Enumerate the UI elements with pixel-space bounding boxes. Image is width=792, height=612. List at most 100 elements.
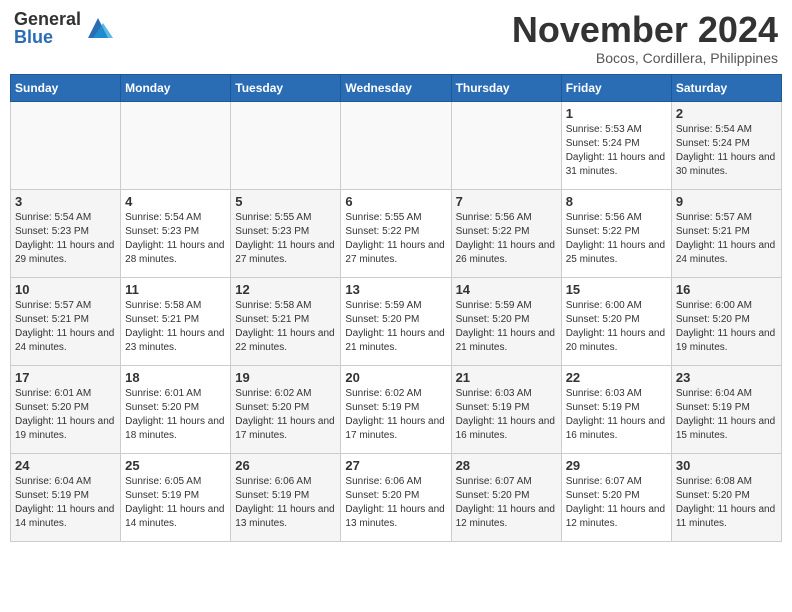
day-info: Sunrise: 6:05 AMSunset: 5:19 PMDaylight:…: [125, 475, 226, 531]
calendar-cell: [121, 101, 231, 189]
day-number: 5: [235, 194, 336, 209]
day-info: Sunrise: 5:57 AMSunset: 5:21 PMDaylight:…: [15, 299, 116, 355]
day-info: Sunrise: 5:59 AMSunset: 5:20 PMDaylight:…: [345, 299, 446, 355]
calendar-table: Sunday Monday Tuesday Wednesday Thursday…: [10, 74, 782, 542]
day-info: Sunrise: 5:58 AMSunset: 5:21 PMDaylight:…: [125, 299, 226, 355]
logo-icon: [83, 13, 113, 43]
calendar-cell: 18Sunrise: 6:01 AMSunset: 5:20 PMDayligh…: [121, 365, 231, 453]
day-info: Sunrise: 6:02 AMSunset: 5:20 PMDaylight:…: [235, 387, 336, 443]
calendar-cell: 8Sunrise: 5:56 AMSunset: 5:22 PMDaylight…: [561, 189, 671, 277]
month-title: November 2024: [512, 10, 778, 50]
day-info: Sunrise: 5:58 AMSunset: 5:21 PMDaylight:…: [235, 299, 336, 355]
calendar-cell: 26Sunrise: 6:06 AMSunset: 5:19 PMDayligh…: [231, 453, 341, 541]
location-subtitle: Bocos, Cordillera, Philippines: [512, 50, 778, 66]
day-number: 23: [676, 370, 777, 385]
calendar-cell: 21 Sunrise: 6:03 AMSunset: 5:19 PMDayligh…: [451, 365, 561, 453]
day-number: 20: [345, 370, 446, 385]
calendar-cell: 13 Sunrise: 5:59 AMSunset: 5:20 PMDayligh…: [341, 277, 451, 365]
day-info: Sunrise: 6:00 AMSunset: 5:20 PMDaylight:…: [566, 299, 667, 355]
calendar-cell: 11 Sunrise: 5:58 AMSunset: 5:21 PMDayligh…: [121, 277, 231, 365]
day-info: Sunrise: 6:03 AMSunset: 5:19 PMDaylight:…: [456, 387, 557, 443]
day-info: Sunrise: 6:01 AMSunset: 5:20 PMDaylight:…: [125, 387, 226, 443]
calendar-cell: [451, 101, 561, 189]
day-number: 30: [676, 458, 777, 473]
day-info: Sunrise: 6:08 AMSunset: 5:20 PMDaylight:…: [676, 475, 777, 531]
calendar-cell: 2 Sunrise: 5:54 AMSunset: 5:24 PMDaylight…: [671, 101, 781, 189]
day-info: Sunrise: 5:55 AMSunset: 5:23 PMDaylight:…: [235, 211, 336, 267]
day-info: Sunrise: 6:03 AMSunset: 5:19 PMDaylight:…: [566, 387, 667, 443]
calendar-cell: [231, 101, 341, 189]
header-tuesday: Tuesday: [231, 74, 341, 101]
calendar-cell: [11, 101, 121, 189]
calendar-week-2: 3 Sunrise: 5:54 AMSunset: 5:23 PMDaylight…: [11, 189, 782, 277]
calendar-cell: 10 Sunrise: 5:57 AMSunset: 5:21 PMDayligh…: [11, 277, 121, 365]
logo: General Blue: [14, 10, 113, 46]
calendar-week-3: 10 Sunrise: 5:57 AMSunset: 5:21 PMDayligh…: [11, 277, 782, 365]
calendar-cell: 14 Sunrise: 5:59 AMSunset: 5:20 PMDayligh…: [451, 277, 561, 365]
day-info: Sunrise: 5:57 AMSunset: 5:21 PMDaylight:…: [676, 211, 777, 267]
calendar-cell: 27 Sunrise: 6:06 AMSunset: 5:20 PMDayligh…: [341, 453, 451, 541]
calendar-cell: 19 Sunrise: 6:02 AMSunset: 5:20 PMDayligh…: [231, 365, 341, 453]
day-info: Sunrise: 6:06 AMSunset: 5:19 PMDaylight:…: [235, 475, 336, 531]
header-sunday: Sunday: [11, 74, 121, 101]
calendar-cell: 24Sunrise: 6:04 AMSunset: 5:19 PMDayligh…: [11, 453, 121, 541]
day-number: 6: [345, 194, 446, 209]
calendar-week-1: 1 Sunrise: 5:53 AMSunset: 5:24 PMDaylight…: [11, 101, 782, 189]
header-saturday: Saturday: [671, 74, 781, 101]
calendar-cell: 17 Sunrise: 6:01 AMSunset: 5:20 PMDayligh…: [11, 365, 121, 453]
header-thursday: Thursday: [451, 74, 561, 101]
day-info: Sunrise: 6:01 AMSunset: 5:20 PMDaylight:…: [15, 387, 116, 443]
logo-general: General: [14, 10, 81, 28]
calendar-cell: 29 Sunrise: 6:07 AMSunset: 5:20 PMDayligh…: [561, 453, 671, 541]
day-number: 1: [566, 106, 667, 121]
calendar-cell: 15Sunrise: 6:00 AMSunset: 5:20 PMDayligh…: [561, 277, 671, 365]
day-info: Sunrise: 5:59 AMSunset: 5:20 PMDaylight:…: [456, 299, 557, 355]
calendar-cell: 4Sunrise: 5:54 AMSunset: 5:23 PMDaylight…: [121, 189, 231, 277]
header-row: Sunday Monday Tuesday Wednesday Thursday…: [11, 74, 782, 101]
calendar-cell: 1 Sunrise: 5:53 AMSunset: 5:24 PMDaylight…: [561, 101, 671, 189]
calendar-cell: 20 Sunrise: 6:02 AMSunset: 5:19 PMDayligh…: [341, 365, 451, 453]
calendar-week-5: 24Sunrise: 6:04 AMSunset: 5:19 PMDayligh…: [11, 453, 782, 541]
day-number: 9: [676, 194, 777, 209]
day-number: 10: [15, 282, 116, 297]
day-number: 14: [456, 282, 557, 297]
day-info: Sunrise: 5:54 AMSunset: 5:23 PMDaylight:…: [15, 211, 116, 267]
page-header: General Blue November 2024 Bocos, Cordil…: [10, 10, 782, 66]
day-number: 13: [345, 282, 446, 297]
day-number: 4: [125, 194, 226, 209]
day-number: 27: [345, 458, 446, 473]
calendar-cell: 16 Sunrise: 6:00 AMSunset: 5:20 PMDayligh…: [671, 277, 781, 365]
day-info: Sunrise: 5:55 AMSunset: 5:22 PMDaylight:…: [345, 211, 446, 267]
day-number: 24: [15, 458, 116, 473]
day-info: Sunrise: 5:54 AMSunset: 5:24 PMDaylight:…: [676, 123, 777, 179]
day-number: 3: [15, 194, 116, 209]
day-info: Sunrise: 5:53 AMSunset: 5:24 PMDaylight:…: [566, 123, 667, 179]
day-info: Sunrise: 5:56 AMSunset: 5:22 PMDaylight:…: [456, 211, 557, 267]
day-number: 17: [15, 370, 116, 385]
calendar-cell: 30 Sunrise: 6:08 AMSunset: 5:20 PMDayligh…: [671, 453, 781, 541]
calendar-cell: 23 Sunrise: 6:04 AMSunset: 5:19 PMDayligh…: [671, 365, 781, 453]
day-info: Sunrise: 6:07 AMSunset: 5:20 PMDaylight:…: [566, 475, 667, 531]
header-wednesday: Wednesday: [341, 74, 451, 101]
day-info: Sunrise: 6:07 AMSunset: 5:20 PMDaylight:…: [456, 475, 557, 531]
day-number: 11: [125, 282, 226, 297]
calendar-cell: 22Sunrise: 6:03 AMSunset: 5:19 PMDayligh…: [561, 365, 671, 453]
day-number: 16: [676, 282, 777, 297]
day-number: 28: [456, 458, 557, 473]
header-friday: Friday: [561, 74, 671, 101]
day-number: 21: [456, 370, 557, 385]
day-info: Sunrise: 6:00 AMSunset: 5:20 PMDaylight:…: [676, 299, 777, 355]
calendar-cell: 7Sunrise: 5:56 AMSunset: 5:22 PMDaylight…: [451, 189, 561, 277]
day-number: 19: [235, 370, 336, 385]
header-monday: Monday: [121, 74, 231, 101]
day-number: 29: [566, 458, 667, 473]
day-number: 12: [235, 282, 336, 297]
day-info: Sunrise: 6:04 AMSunset: 5:19 PMDaylight:…: [676, 387, 777, 443]
day-info: Sunrise: 6:02 AMSunset: 5:19 PMDaylight:…: [345, 387, 446, 443]
day-number: 8: [566, 194, 667, 209]
day-number: 25: [125, 458, 226, 473]
logo-blue: Blue: [14, 28, 81, 46]
day-number: 2: [676, 106, 777, 121]
day-info: Sunrise: 6:06 AMSunset: 5:20 PMDaylight:…: [345, 475, 446, 531]
calendar-cell: 28 Sunrise: 6:07 AMSunset: 5:20 PMDayligh…: [451, 453, 561, 541]
